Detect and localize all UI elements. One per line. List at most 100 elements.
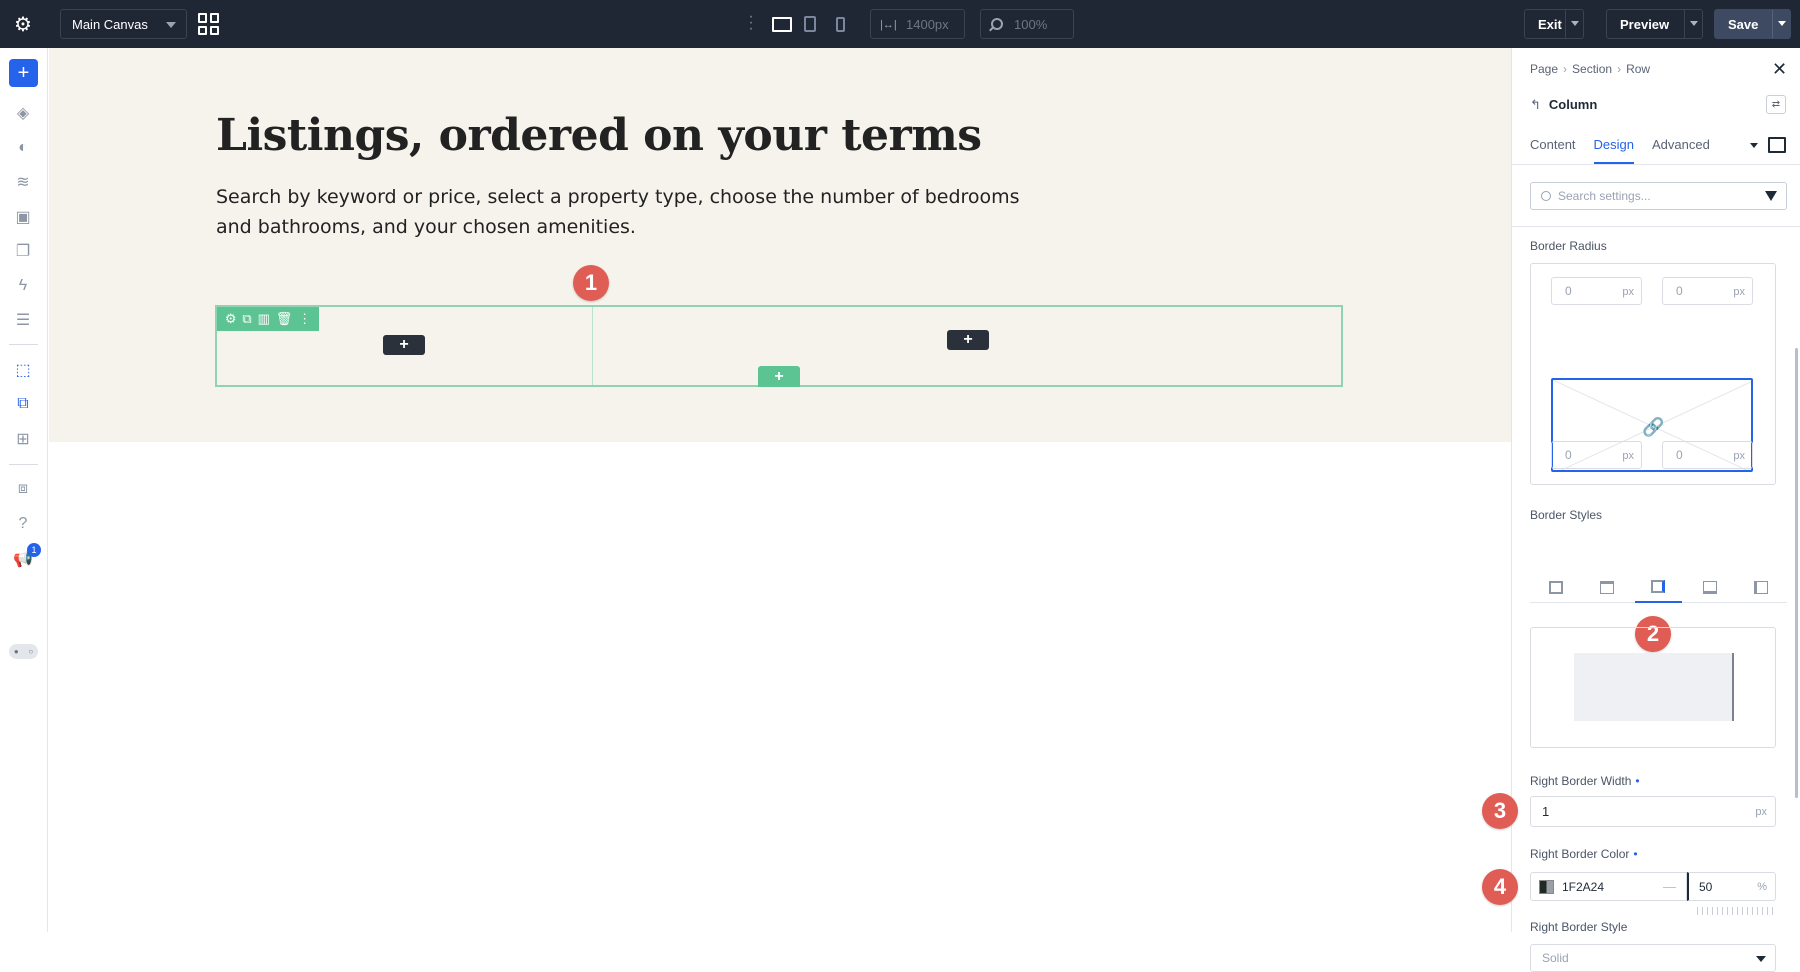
lightning-icon[interactable]: ϟ [13, 276, 33, 296]
more-vertical-icon[interactable]: ⋮ [298, 311, 311, 327]
right-border-color-input[interactable]: 1F2A24 — [1530, 872, 1687, 901]
canvas-width-field[interactable]: |↔| 1400px [870, 9, 965, 39]
step-marker-1: 1 [573, 265, 609, 301]
search-divider [1512, 226, 1800, 227]
border-style-preview [1574, 653, 1734, 721]
filter-icon[interactable] [1765, 191, 1777, 201]
grid-layout-icon[interactable] [198, 13, 220, 35]
right-border-color-text: Right Border Color [1530, 847, 1630, 861]
border-styles-label: Border Styles [1530, 508, 1603, 522]
radius-unit: px [1733, 450, 1745, 462]
border-all-sides-icon[interactable] [1532, 571, 1579, 603]
breadcrumb-row[interactable]: Row [1626, 62, 1650, 76]
search-settings-input[interactable]: Search settings... [1530, 182, 1787, 210]
save-button[interactable]: Save [1714, 9, 1791, 39]
color-swatch[interactable] [1539, 880, 1554, 894]
border-top-icon[interactable] [1584, 571, 1631, 603]
opacity-slider-ticks[interactable] [1697, 907, 1777, 915]
right-border-width-text: Right Border Width [1530, 774, 1632, 788]
tabs-divider [1512, 164, 1800, 165]
radius-bottom-right-value: 0 [1676, 448, 1683, 462]
canvas-select-value: Main Canvas [72, 16, 148, 32]
click-select-icon[interactable]: ⬚ [13, 360, 33, 380]
mode-toggle[interactable]: ● ○ [9, 644, 38, 659]
phone-view-icon[interactable] [832, 14, 848, 34]
tab-content[interactable]: Content [1530, 127, 1576, 164]
zoom-icon [991, 18, 1003, 30]
design-icon[interactable]: ◐ [13, 138, 33, 158]
right-border-style-select[interactable]: Solid [1530, 944, 1776, 972]
close-icon[interactable]: ✕ [1772, 59, 1787, 80]
sidebar-divider [9, 344, 38, 345]
row-container[interactable]: ⚙ ⧉ ▥ 🗑 ⋮ + + + [215, 305, 1343, 387]
breadcrumb-section[interactable]: Section [1572, 62, 1612, 76]
save-dropdown-icon[interactable] [1772, 10, 1790, 38]
list-icon[interactable]: ☰ [13, 310, 33, 330]
panel-options-icon[interactable]: ⇄ [1766, 95, 1786, 114]
stack-icon[interactable]: ⧈ [13, 479, 33, 499]
right-border-width-value: 1 [1542, 804, 1550, 819]
canvas-stage: Listings, ordered on your terms Search b… [49, 48, 1511, 932]
opacity-unit: % [1757, 881, 1767, 893]
radius-top-right-input[interactable]: 0 px [1662, 277, 1753, 305]
radius-top-left-input[interactable]: 0 px [1551, 277, 1642, 305]
radius-bottom-right-input[interactable]: 0 px [1662, 441, 1753, 469]
pages-icon[interactable]: ❐ [13, 241, 33, 261]
border-bottom-icon[interactable] [1686, 571, 1733, 603]
chevron-down-icon [166, 22, 176, 28]
layout-icon[interactable]: ▣ [13, 207, 33, 227]
tab-advanced[interactable]: Advanced [1652, 127, 1710, 164]
trash-icon[interactable]: 🗑 [276, 311, 293, 327]
columns-icon[interactable]: ▥ [258, 311, 270, 327]
radius-top-left-value: 0 [1565, 284, 1572, 298]
sidebar-divider [9, 464, 38, 465]
top-toolbar: ⚙ Main Canvas · · · |↔| 1400px 100% Exit P… [0, 0, 1800, 48]
right-border-color-label: Right Border Color • [1530, 847, 1638, 861]
right-border-opacity-input[interactable]: 50 % [1687, 872, 1776, 901]
radius-bottom-left-input[interactable]: 0 px [1551, 441, 1642, 469]
add-element-button[interactable]: + [9, 59, 38, 87]
modified-dot-icon: • [1635, 774, 1640, 788]
page-description[interactable]: Search by keyword or price, select a pro… [216, 182, 1036, 242]
add-module-button[interactable]: + [383, 335, 425, 355]
exit-button[interactable]: Exit [1524, 9, 1584, 39]
more-vertical-icon[interactable]: · · · [748, 9, 754, 37]
add-row-button[interactable]: + [758, 366, 800, 387]
link-icon[interactable]: 🔗 [1642, 417, 1664, 438]
border-right-icon[interactable] [1634, 571, 1682, 603]
back-arrow-icon[interactable]: ↰ [1530, 97, 1541, 112]
layers-icon[interactable]: ◈ [13, 103, 33, 123]
right-border-width-input[interactable]: 1 px [1530, 796, 1776, 827]
multi-select-icon[interactable]: ⧉ [13, 394, 33, 414]
tab-design[interactable]: Design [1593, 127, 1635, 164]
breadcrumb-page[interactable]: Page [1530, 62, 1558, 76]
clear-color-icon[interactable]: — [1663, 879, 1676, 894]
preview-dropdown-icon[interactable] [1684, 10, 1702, 38]
exit-dropdown-icon[interactable] [1565, 10, 1583, 38]
left-sidebar: + ◈ ◐ ≋ ▣ ❐ ϟ ☰ ⬚ ⧉ ⊞ ⧈ ? 📢 1 ● ○ [0, 48, 48, 932]
zoom-field[interactable]: 100% [980, 9, 1074, 39]
settings-icon[interactable]: ⚙ [225, 311, 237, 327]
panel-expand-icon[interactable] [1768, 137, 1786, 153]
help-icon[interactable]: ? [13, 514, 33, 534]
templates-icon[interactable]: ⊞ [13, 429, 33, 449]
tablet-view-icon[interactable] [802, 14, 818, 34]
page-heading[interactable]: Listings, ordered on your terms [216, 110, 982, 161]
add-module-button[interactable]: + [947, 330, 989, 350]
search-placeholder: Search settings... [1558, 189, 1651, 203]
panel-scrollbar[interactable] [1795, 348, 1798, 798]
canvas-select[interactable]: Main Canvas [60, 9, 187, 39]
preview-button[interactable]: Preview [1606, 9, 1703, 39]
row-toolbar: ⚙ ⧉ ▥ 🗑 ⋮ [217, 307, 319, 331]
step-marker-4: 4 [1482, 869, 1518, 905]
desktop-view-icon[interactable] [771, 14, 793, 34]
settings-gear-icon[interactable]: ⚙ [10, 12, 36, 36]
element-title: ↰ Column [1530, 97, 1597, 113]
border-left-icon[interactable] [1738, 571, 1785, 603]
hero-section[interactable]: Listings, ordered on your terms Search b… [49, 48, 1511, 442]
tabs-more-icon[interactable] [1750, 143, 1758, 148]
border-radius-label: Border Radius [1530, 239, 1607, 253]
width-unit: px [1755, 806, 1767, 818]
duplicate-icon[interactable]: ⧉ [242, 311, 251, 327]
database-icon[interactable]: ≋ [13, 172, 33, 192]
